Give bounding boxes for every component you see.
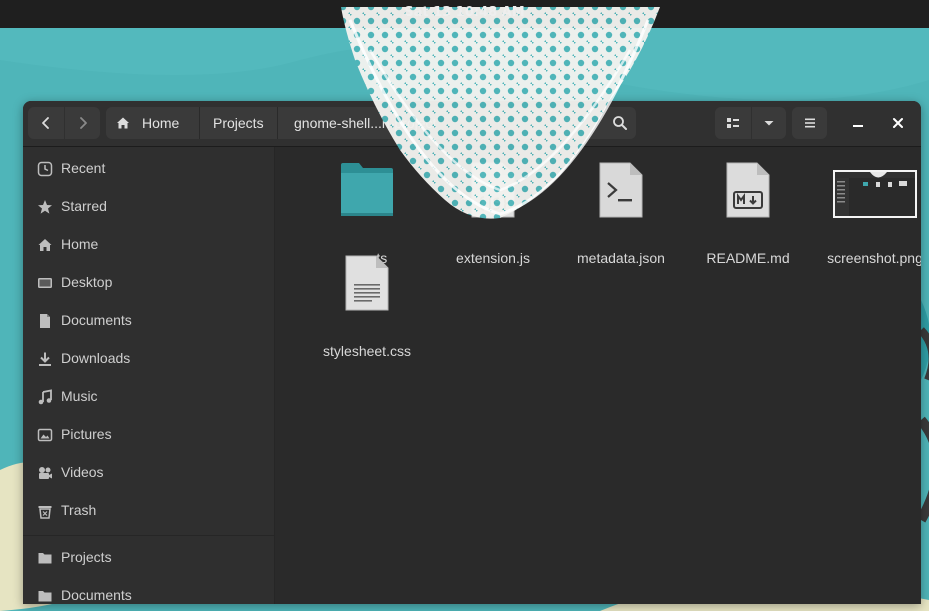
sidebar-item-label: Starred <box>61 198 107 214</box>
sidebar-item-label: Projects <box>61 549 112 565</box>
sidebar-item-desktop[interactable]: Desktop <box>23 265 275 301</box>
file-item-extension-js[interactable]: extension.js <box>429 155 557 266</box>
clock-icon <box>37 161 53 177</box>
search-button[interactable] <box>604 107 636 139</box>
forward-button[interactable] <box>65 107 100 139</box>
markdown-file-icon <box>684 155 812 219</box>
sidebar-item-recent[interactable]: Recent <box>23 151 275 187</box>
close-icon <box>893 118 903 128</box>
desktop-icon <box>37 275 53 291</box>
file-name: extension.js <box>456 250 530 266</box>
file-name: metadata.json <box>577 250 665 266</box>
sidebar-bookmark-projects[interactable]: Projects <box>23 540 275 576</box>
sidebar-item-label: Trash <box>61 502 97 518</box>
folder-icon <box>37 550 53 566</box>
search-icon <box>613 116 627 130</box>
file-item-metadata-json[interactable]: metadata.json <box>557 155 685 266</box>
sidebar-item-trash[interactable]: Trash <box>23 493 275 529</box>
picture-icon <box>37 427 53 443</box>
close-button[interactable] <box>886 111 910 135</box>
script-file-icon <box>557 155 685 219</box>
view-options-button[interactable] <box>752 107 786 139</box>
sidebar-item-label: Documents <box>61 587 132 603</box>
sidebar-item-label: Downloads <box>61 350 131 366</box>
folder-icon <box>303 155 431 219</box>
file-name: screenshot.png <box>827 250 921 266</box>
sidebar-item-starred[interactable]: Starred <box>23 189 275 225</box>
breadcrumb-separator <box>199 107 200 139</box>
hamburger-menu-icon <box>804 118 815 128</box>
star-icon <box>37 199 53 215</box>
home-icon <box>117 117 129 129</box>
list-view-icon <box>727 118 739 128</box>
sidebar-separator <box>23 535 275 536</box>
view-toggle-button[interactable] <box>715 107 751 139</box>
minimize-button[interactable] <box>846 111 870 135</box>
trash-icon <box>37 503 53 519</box>
chevron-left-icon <box>42 117 49 129</box>
chevron-right-icon <box>79 117 87 129</box>
sidebar-item-downloads[interactable]: Downloads <box>23 341 275 377</box>
sidebar-item-label: Recent <box>61 160 106 176</box>
file-item-assets[interactable]: assets <box>303 155 431 266</box>
file-item-screenshot-png[interactable]: screenshot.png <box>811 155 921 266</box>
breadcrumb-label: gnome-shell...n-project <box>294 115 437 131</box>
video-icon <box>37 465 53 481</box>
file-item-stylesheet-css[interactable]: stylesheet.css <box>303 248 431 359</box>
sidebar: Recent Starred Home Desktop Documents Do… <box>23 147 275 604</box>
image-thumbnail-icon <box>811 155 921 219</box>
clock[interactable]: Sat 13 10:48 AM <box>0 0 929 26</box>
sidebar-item-home[interactable]: Home <box>23 227 275 263</box>
chevron-down-icon <box>764 121 774 126</box>
breadcrumb-label: Home <box>142 115 180 131</box>
file-manager-window: Home Projects gnome-shell...n-project Re… <box>23 101 921 604</box>
sidebar-item-videos[interactable]: Videos <box>23 455 275 491</box>
document-icon <box>37 313 53 329</box>
download-icon <box>37 351 53 367</box>
sidebar-item-pictures[interactable]: Pictures <box>23 417 275 453</box>
music-icon <box>37 389 53 405</box>
header-bar: Home Projects gnome-shell...n-project <box>23 101 921 147</box>
file-name: README.md <box>706 250 790 266</box>
sidebar-item-label: Home <box>61 236 99 252</box>
folder-icon <box>37 588 53 604</box>
sidebar-item-label: Desktop <box>61 274 113 290</box>
sidebar-bookmark-documents[interactable]: Documents <box>23 578 275 604</box>
minimize-icon <box>853 125 863 127</box>
file-grid: assets extension.js <box>276 147 921 604</box>
breadcrumb-label: Projects <box>213 115 264 131</box>
file-item-readme-md[interactable]: README.md <box>684 155 812 266</box>
sidebar-item-music[interactable]: Music <box>23 379 275 415</box>
breadcrumb-home[interactable]: Home <box>116 107 179 139</box>
main-menu-button[interactable] <box>792 107 827 139</box>
home-icon <box>37 237 53 253</box>
sidebar-item-label: Videos <box>61 464 104 480</box>
breadcrumb-current[interactable]: gnome-shell...n-project <box>294 107 436 139</box>
back-button[interactable] <box>28 107 64 139</box>
breadcrumb-separator <box>277 107 278 139</box>
sidebar-item-label: Pictures <box>61 426 112 442</box>
path-bar: Home Projects gnome-shell...n-project <box>106 107 636 139</box>
sidebar-item-documents[interactable]: Documents <box>23 303 275 339</box>
breadcrumb-projects[interactable]: Projects <box>213 107 264 139</box>
sidebar-item-label: Music <box>61 388 98 404</box>
sidebar-item-label: Documents <box>61 312 132 328</box>
javascript-file-icon <box>429 155 557 219</box>
text-file-icon <box>303 248 431 312</box>
file-name: stylesheet.css <box>323 343 411 359</box>
